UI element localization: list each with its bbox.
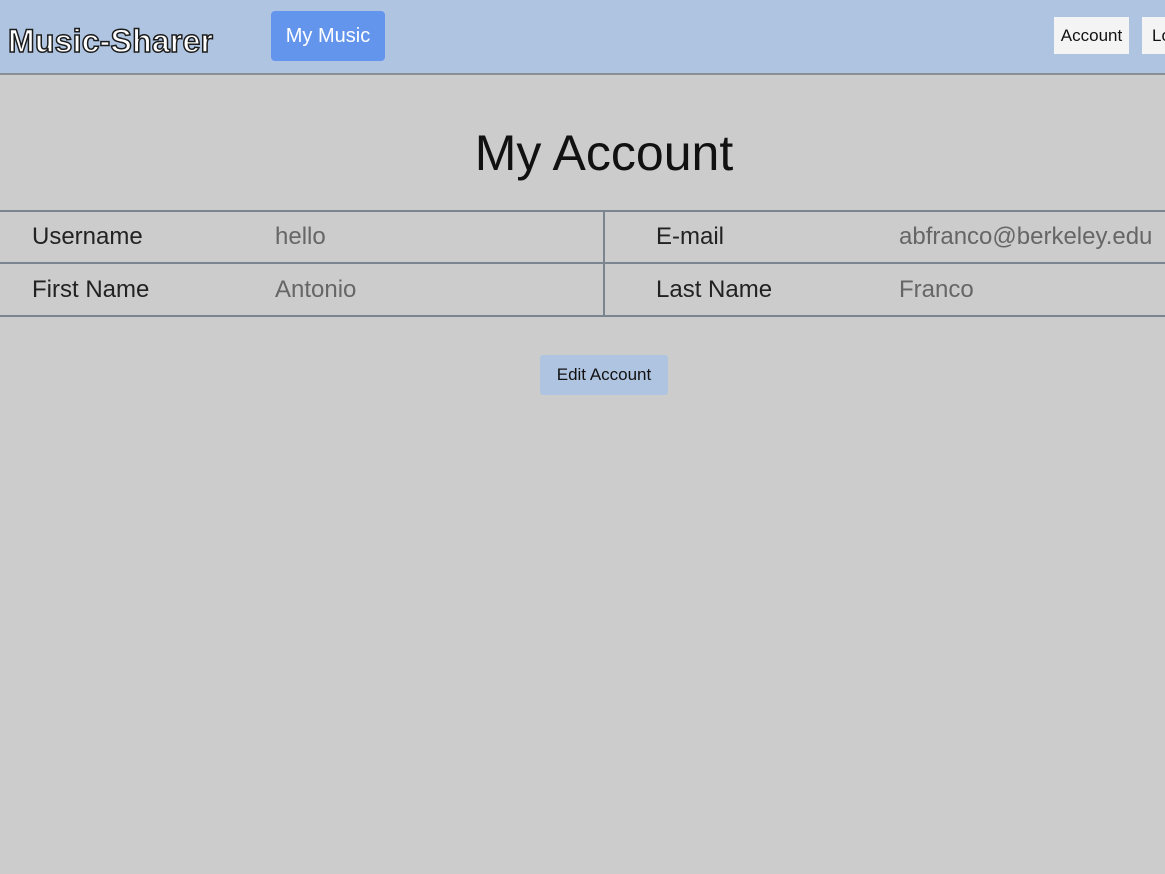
logout-button[interactable]: Lo xyxy=(1142,17,1165,54)
first-name-value: Antonio xyxy=(275,276,357,303)
table-divider xyxy=(0,315,1165,317)
account-button[interactable]: Account xyxy=(1054,17,1129,54)
my-music-button[interactable]: My Music xyxy=(271,11,385,61)
email-label: E-mail xyxy=(656,223,725,250)
first-name-label: First Name xyxy=(32,276,150,303)
table-divider xyxy=(0,262,1165,264)
username-value: hello xyxy=(275,223,326,250)
last-name-label: Last Name xyxy=(656,276,773,303)
brand-logo[interactable]: Music-Sharer xyxy=(7,20,213,62)
last-name-value: Franco xyxy=(899,276,974,303)
edit-account-button[interactable]: Edit Account xyxy=(540,355,668,395)
top-navbar: Music-Sharer My Music Account Lo xyxy=(0,0,1165,75)
page-title: My Account xyxy=(474,125,734,181)
table-column-divider xyxy=(603,210,605,317)
email-value: abfranco@berkeley.edu xyxy=(899,223,1153,250)
username-label: Username xyxy=(32,223,143,250)
table-divider xyxy=(0,210,1165,212)
